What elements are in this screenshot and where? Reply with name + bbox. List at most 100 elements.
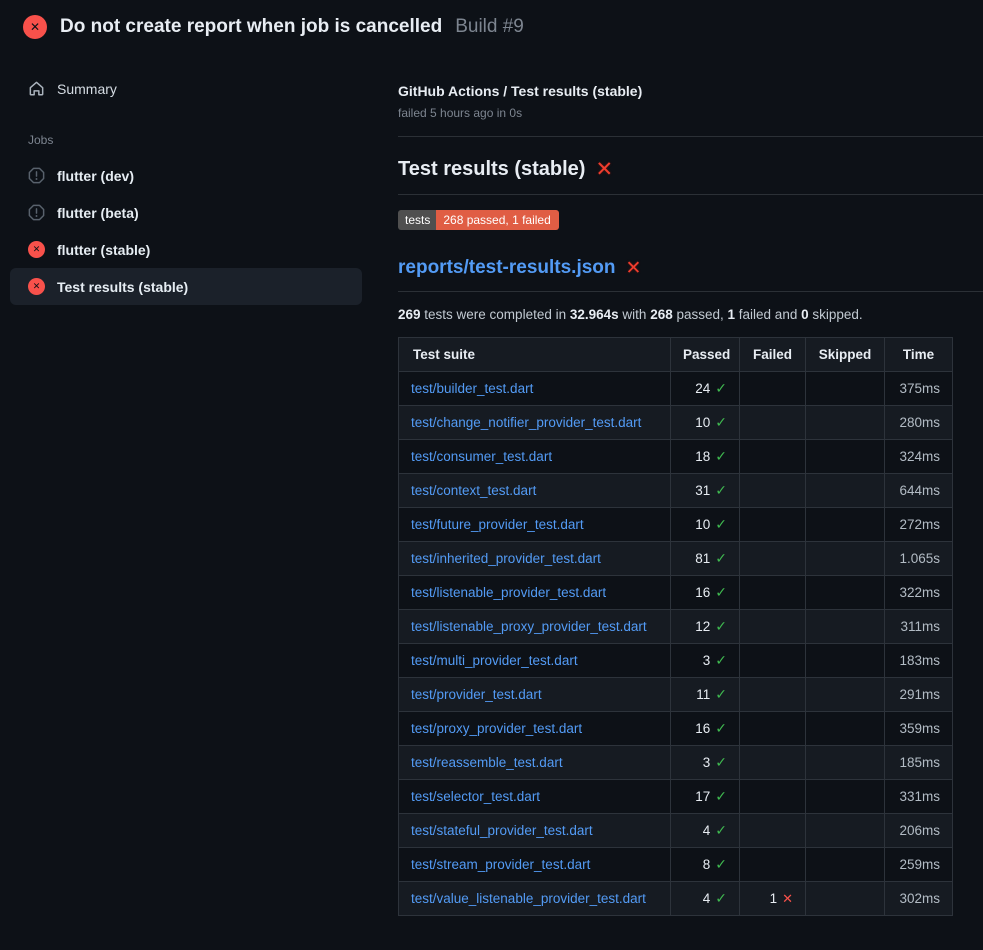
time-cell: 280ms — [885, 406, 953, 440]
main-content: GitHub Actions / Test results (stable) f… — [372, 53, 983, 916]
failed-cell — [740, 644, 806, 678]
sidebar-item-flutter-beta[interactable]: flutter (beta) — [10, 194, 362, 231]
sidebar-item-summary[interactable]: Summary — [10, 70, 362, 107]
passed-cell: 3✓ — [671, 746, 740, 780]
table-row: test/reassemble_test.dart 3✓ 185ms — [399, 746, 953, 780]
sidebar-item-flutter-dev[interactable]: flutter (dev) — [10, 157, 362, 194]
check-icon: ✓ — [715, 788, 727, 804]
check-icon: ✓ — [715, 380, 727, 396]
test-suite-link[interactable]: test/multi_provider_test.dart — [411, 653, 578, 668]
passed-cell: 16✓ — [671, 576, 740, 610]
page-header: ✕ Do not create report when job is cance… — [0, 0, 983, 53]
sidebar-item-label: Test results (stable) — [57, 279, 188, 295]
table-row: test/value_listenable_provider_test.dart… — [399, 882, 953, 916]
table-row: test/change_notifier_provider_test.dart … — [399, 406, 953, 440]
time-cell: 311ms — [885, 610, 953, 644]
test-suite-link[interactable]: test/provider_test.dart — [411, 687, 542, 702]
skipped-cell — [806, 610, 885, 644]
test-suite-link[interactable]: test/listenable_proxy_provider_test.dart — [411, 619, 647, 634]
time-cell: 1.065s — [885, 542, 953, 576]
skipped-cell — [806, 576, 885, 610]
skipped-cell — [806, 814, 885, 848]
cancelled-status-icon — [28, 167, 45, 184]
test-suite-link[interactable]: test/builder_test.dart — [411, 381, 533, 396]
badge-label: tests — [398, 210, 436, 230]
test-suite-link[interactable]: test/value_listenable_provider_test.dart — [411, 891, 646, 906]
skipped-cell — [806, 474, 885, 508]
failed-cell — [740, 610, 806, 644]
skipped-cell — [806, 542, 885, 576]
test-suite-link[interactable]: test/stream_provider_test.dart — [411, 857, 590, 872]
sidebar-item-test-results-stable[interactable]: ✕ Test results (stable) — [10, 268, 362, 305]
test-suite-link[interactable]: test/proxy_provider_test.dart — [411, 721, 582, 736]
time-cell: 644ms — [885, 474, 953, 508]
test-suite-link[interactable]: test/consumer_test.dart — [411, 449, 552, 464]
layout: Summary Jobs flutter (dev) flut — [0, 53, 983, 916]
failed-cell — [740, 848, 806, 882]
skipped-cell — [806, 644, 885, 678]
column-header-skipped: Skipped — [806, 338, 885, 372]
divider — [398, 291, 983, 292]
sidebar-item-label: Summary — [57, 81, 117, 97]
table-row: test/context_test.dart 31✓ 644ms — [399, 474, 953, 508]
test-suite-link[interactable]: test/listenable_provider_test.dart — [411, 585, 606, 600]
summary-duration: 32.964s — [570, 307, 619, 322]
time-cell: 259ms — [885, 848, 953, 882]
check-icon: ✓ — [715, 720, 727, 736]
check-icon: ✓ — [715, 618, 727, 634]
time-cell: 185ms — [885, 746, 953, 780]
table-row: test/proxy_provider_test.dart 16✓ 359ms — [399, 712, 953, 746]
table-row: test/provider_test.dart 11✓ 291ms — [399, 678, 953, 712]
failed-cell — [740, 814, 806, 848]
failed-cell — [740, 508, 806, 542]
time-cell: 324ms — [885, 440, 953, 474]
table-header-row: Test suite Passed Failed Skipped Time — [399, 338, 953, 372]
table-row: test/future_provider_test.dart 10✓ 272ms — [399, 508, 953, 542]
test-suite-link[interactable]: test/reassemble_test.dart — [411, 755, 563, 770]
jobs-section-label: Jobs — [28, 133, 372, 147]
skipped-cell — [806, 406, 885, 440]
report-heading: reports/test-results.json ✕ — [398, 257, 983, 279]
passed-cell: 4✓ — [671, 814, 740, 848]
test-suite-link[interactable]: test/change_notifier_provider_test.dart — [411, 415, 641, 430]
failed-cell — [740, 780, 806, 814]
table-row: test/listenable_provider_test.dart 16✓ 3… — [399, 576, 953, 610]
summary-skipped: 0 — [801, 307, 809, 322]
table-row: test/consumer_test.dart 18✓ 324ms — [399, 440, 953, 474]
time-cell: 272ms — [885, 508, 953, 542]
passed-cell: 10✓ — [671, 406, 740, 440]
table-row: test/stream_provider_test.dart 8✓ 259ms — [399, 848, 953, 882]
summary-total: 269 — [398, 307, 421, 322]
test-suite-link[interactable]: test/stateful_provider_test.dart — [411, 823, 593, 838]
section-title: Test results (stable) — [398, 158, 585, 181]
sidebar-item-label: flutter (beta) — [57, 205, 139, 221]
failed-cell — [740, 372, 806, 406]
test-suite-link[interactable]: test/inherited_provider_test.dart — [411, 551, 601, 566]
test-suite-link[interactable]: test/context_test.dart — [411, 483, 536, 498]
passed-cell: 4✓ — [671, 882, 740, 916]
check-icon: ✓ — [715, 856, 727, 872]
sidebar: Summary Jobs flutter (dev) flut — [0, 53, 372, 305]
check-icon: ✓ — [715, 414, 727, 430]
failed-cell — [740, 406, 806, 440]
check-icon: ✓ — [715, 550, 727, 566]
failed-cell: 1✕ — [740, 882, 806, 916]
time-cell: 359ms — [885, 712, 953, 746]
failed-x-icon: ✕ — [626, 259, 642, 278]
time-cell: 331ms — [885, 780, 953, 814]
skipped-cell — [806, 746, 885, 780]
test-suite-link[interactable]: test/selector_test.dart — [411, 789, 540, 804]
sidebar-item-flutter-stable[interactable]: ✕ flutter (stable) — [10, 231, 362, 268]
failed-cell — [740, 576, 806, 610]
time-cell: 375ms — [885, 372, 953, 406]
column-header-test-suite: Test suite — [399, 338, 671, 372]
check-icon: ✓ — [715, 482, 727, 498]
results-table-body: test/builder_test.dart 24✓ 375ms test/ch… — [399, 372, 953, 916]
summary-failed: 1 — [728, 307, 736, 322]
test-suite-link[interactable]: test/future_provider_test.dart — [411, 517, 584, 532]
divider — [398, 194, 983, 195]
report-file-link[interactable]: reports/test-results.json — [398, 257, 616, 279]
cross-icon: ✕ — [782, 891, 793, 906]
sidebar-item-label: flutter (dev) — [57, 168, 134, 184]
passed-cell: 81✓ — [671, 542, 740, 576]
